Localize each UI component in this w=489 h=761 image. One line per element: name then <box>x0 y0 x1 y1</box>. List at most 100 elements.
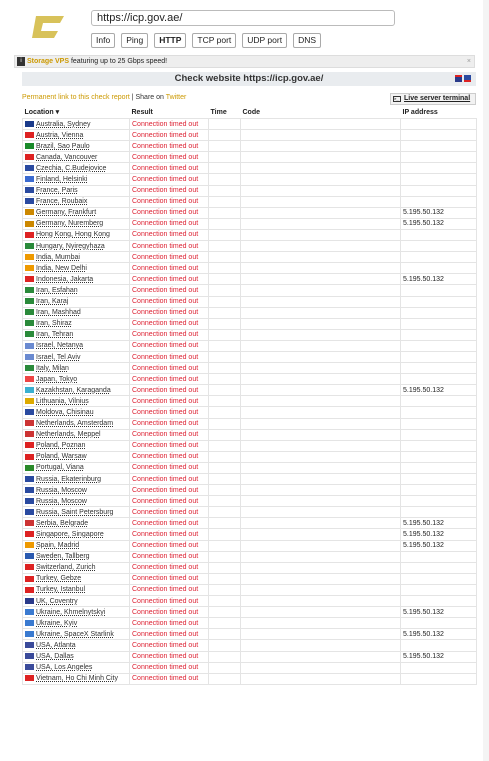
location-name[interactable]: Israel, Tel Aviv <box>36 354 81 361</box>
location-name[interactable]: Iran, Shiraz <box>36 320 72 327</box>
location-cell[interactable]: USA, Atlanta <box>22 639 130 652</box>
location-cell[interactable]: Netherlands, Amsterdam <box>22 417 130 430</box>
location-cell[interactable]: Germany, Frankfurt <box>22 206 130 219</box>
location-name[interactable]: Russia, Moscow <box>36 498 87 505</box>
location-name[interactable]: Russia, Saint Petersburg <box>36 509 113 516</box>
location-name[interactable]: Ukraine, SpaceX Starlink <box>36 631 114 638</box>
location-cell[interactable]: Canada, Vancouver <box>22 151 130 164</box>
location-cell[interactable]: Spain, Madrid <box>22 539 130 552</box>
scrollbar[interactable] <box>483 0 489 761</box>
location-cell[interactable]: Portugal, Viana <box>22 461 130 475</box>
location-cell[interactable]: Netherlands, Meppel <box>22 428 130 441</box>
location-name[interactable]: Singapore, Singapore <box>36 531 104 538</box>
location-name[interactable]: Ukraine, Kyiv <box>36 620 77 627</box>
location-cell[interactable]: India, Mumbai <box>22 251 130 264</box>
location-name[interactable]: USA, Atlanta <box>36 642 76 649</box>
location-cell[interactable]: Turkey, Gebze <box>22 572 130 585</box>
location-cell[interactable]: Iran, Karaj <box>22 295 130 308</box>
location-name[interactable]: Iran, Esfahan <box>36 287 78 294</box>
location-name[interactable]: Germany, Frankfurt <box>36 209 96 216</box>
location-cell[interactable]: Ukraine, SpaceX Starlink <box>22 628 130 641</box>
tab-ping[interactable]: Ping <box>121 33 149 48</box>
location-name[interactable]: Germany, Nuremberg <box>36 220 103 227</box>
location-cell[interactable]: Brazil, Sao Paulo <box>22 140 130 153</box>
location-name[interactable]: Ukraine, Khmelnytskyi <box>36 609 105 616</box>
site-logo[interactable] <box>30 14 66 40</box>
location-cell[interactable]: Iran, Esfahan <box>22 284 130 297</box>
live-terminal-button[interactable]: >_ Live server terminal <box>390 93 476 105</box>
tab-http[interactable]: HTTP <box>154 33 187 48</box>
promo-link[interactable]: Storage VPS <box>27 58 69 65</box>
location-name[interactable]: Iran, Tehran <box>36 331 73 338</box>
location-cell[interactable]: Israel, Netanya <box>22 339 130 352</box>
column-header-location[interactable]: Location ▾ <box>23 108 130 119</box>
location-cell[interactable]: Turkey, Istanbul <box>22 583 130 597</box>
location-name[interactable]: UK, Coventry <box>36 598 78 605</box>
location-cell[interactable]: Austria, Vienna <box>22 129 130 142</box>
location-name[interactable]: Moldova, Chisinau <box>36 409 94 416</box>
location-name[interactable]: India, Mumbai <box>36 254 80 261</box>
location-name[interactable]: Sweden, Tallberg <box>36 553 90 560</box>
location-cell[interactable]: Russia, Moscow <box>22 495 130 508</box>
ru-flag-icon[interactable] <box>464 75 471 82</box>
location-cell[interactable]: Kazakhstan, Karaganda <box>22 384 130 397</box>
location-name[interactable]: Turkey, Istanbul <box>36 586 85 593</box>
tab-udp-port[interactable]: UDP port <box>242 33 288 48</box>
location-name[interactable]: Indonesia, Jakarta <box>36 276 93 283</box>
location-name[interactable]: Czechia, C.Budejovice <box>36 165 106 172</box>
location-name[interactable]: Netherlands, Amsterdam <box>36 420 113 427</box>
location-cell[interactable]: Sweden, Tallberg <box>22 550 130 563</box>
location-name[interactable]: Australia, Sydney <box>36 121 90 128</box>
location-cell[interactable]: UK, Coventry <box>22 595 130 608</box>
location-name[interactable]: Lithuania, Vilnius <box>36 398 89 405</box>
tab-dns[interactable]: DNS <box>293 33 322 48</box>
tab-info[interactable]: Info <box>91 33 116 48</box>
location-cell[interactable]: Serbia, Belgrade <box>22 517 130 530</box>
location-name[interactable]: Russia, Ekaterinburg <box>36 476 101 483</box>
location-cell[interactable]: France, Roubaix <box>22 195 130 208</box>
location-name[interactable]: Poland, Poznan <box>36 442 85 449</box>
uk-flag-icon[interactable] <box>455 75 462 82</box>
location-name[interactable]: Italy, Milan <box>36 365 69 372</box>
location-cell[interactable]: Switzerland, Zurich <box>22 561 130 574</box>
location-name[interactable]: Turkey, Gebze <box>36 575 81 582</box>
location-name[interactable]: Spain, Madrid <box>36 542 79 549</box>
close-icon[interactable]: × <box>467 56 471 67</box>
location-name[interactable]: Hungary, Nyiregyhaza <box>36 243 105 250</box>
location-cell[interactable]: Russia, Ekaterinburg <box>22 472 130 486</box>
location-cell[interactable]: Germany, Nuremberg <box>22 217 130 230</box>
location-name[interactable]: USA, Dallas <box>36 653 74 660</box>
location-name[interactable]: Netherlands, Meppel <box>36 431 101 438</box>
location-name[interactable]: India, New Delhi <box>36 265 87 272</box>
location-name[interactable]: Finland, Helsinki <box>36 176 87 183</box>
location-name[interactable]: Serbia, Belgrade <box>36 520 88 527</box>
location-name[interactable]: Austria, Vienna <box>36 132 83 139</box>
location-name[interactable]: Canada, Vancouver <box>36 154 97 161</box>
location-cell[interactable]: Italy, Milan <box>22 362 130 375</box>
location-name[interactable]: France, Roubaix <box>36 198 87 205</box>
location-cell[interactable]: Lithuania, Vilnius <box>22 395 130 408</box>
location-cell[interactable]: Iran, Tehran <box>22 328 130 341</box>
location-name[interactable]: Brazil, Sao Paulo <box>36 143 90 150</box>
location-name[interactable]: Iran, Karaj <box>36 298 68 305</box>
location-cell[interactable]: Iran, Shiraz <box>22 317 130 330</box>
location-cell[interactable]: France, Paris <box>22 184 130 197</box>
location-name[interactable]: USA, Los Angeles <box>36 664 92 671</box>
location-name[interactable]: Kazakhstan, Karaganda <box>36 387 111 394</box>
location-cell[interactable]: Iran, Mashhad <box>22 306 130 319</box>
location-name[interactable]: Switzerland, Zurich <box>36 564 96 571</box>
location-cell[interactable]: Israel, Tel Aviv <box>22 350 130 364</box>
location-name[interactable]: Russia, Moscow <box>36 487 87 494</box>
location-cell[interactable]: Australia, Sydney <box>22 117 130 131</box>
location-cell[interactable]: USA, Dallas <box>22 650 130 663</box>
location-name[interactable]: Poland, Warsaw <box>36 453 87 460</box>
location-cell[interactable]: Ukraine, Khmelnytskyi <box>22 606 130 619</box>
location-cell[interactable]: Moldova, Chisinau <box>22 406 130 419</box>
location-cell[interactable]: Russia, Saint Petersburg <box>22 506 130 519</box>
location-cell[interactable]: Japan, Tokyo <box>22 373 130 386</box>
tab-tcp-port[interactable]: TCP port <box>192 33 237 48</box>
location-name[interactable]: Hong Kong, Hong Kong <box>36 231 110 238</box>
location-name[interactable]: Israel, Netanya <box>36 342 83 349</box>
location-cell[interactable]: Vietnam, Ho Chi Minh City <box>22 672 130 685</box>
location-cell[interactable]: Poland, Poznan <box>22 439 130 452</box>
